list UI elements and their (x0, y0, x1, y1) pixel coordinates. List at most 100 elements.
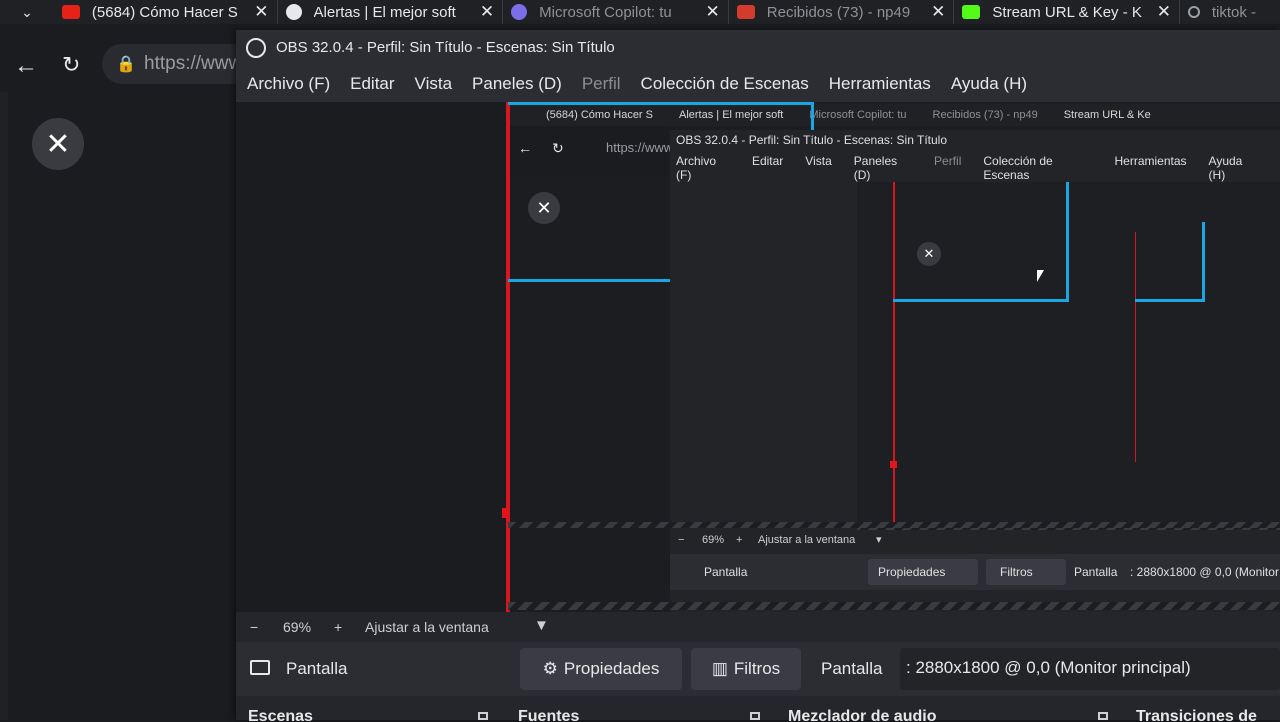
nested-menu-item: Ayuda (H) (1208, 154, 1243, 182)
menu-paneles[interactable]: Paneles (D) (472, 74, 562, 94)
page-content (8, 92, 236, 720)
monitor-icon (250, 660, 270, 675)
zoom-out-button[interactable]: − (250, 619, 258, 635)
nested-zoom-minus: − (678, 534, 685, 546)
nested-filters-button: Filtros (986, 559, 1066, 585)
tab-title: Alertas | El mejor soft (313, 3, 456, 21)
browser-page (0, 92, 240, 720)
nested-tab: Stream URL & Ke (1063, 109, 1151, 121)
properties-label: Propiedades (563, 659, 660, 678)
close-tab-icon[interactable]: ✕ (254, 2, 268, 22)
url-text: https://www (144, 53, 243, 74)
nested-source-info: : 2880x1800 @ 0,0 (Monitor (1130, 565, 1279, 579)
preview-canvas[interactable]: (5684) Cómo Hacer S Alertas | El mejor s… (236, 102, 1280, 612)
menu-vista[interactable]: Vista (415, 74, 453, 94)
browser-tab-strip: ⌄ (5684) Cómo Hacer S ✕ Alertas | El mej… (0, 0, 1280, 24)
browser-tab-tiktok[interactable]: tiktok - (1180, 0, 1280, 24)
obs-logo-icon (246, 38, 266, 58)
nested-fit-label: Ajustar a la ventana (758, 534, 856, 546)
selected-source-name: Pantalla (286, 659, 348, 678)
source-display-label: Pantalla (821, 659, 883, 678)
deeper-selection-box (893, 182, 1069, 302)
nested-source-name: Pantalla (704, 565, 748, 579)
browser-tab-alertas[interactable]: Alertas | El mejor soft ✕ (278, 0, 504, 24)
menu-bar: Archivo (F) Editar Vista Paneles (D) Per… (236, 66, 1280, 102)
properties-button[interactable]: ⚙ Propiedades (520, 648, 682, 690)
gear-icon: ⚙ (542, 659, 558, 678)
tab-title: Recibidos (73) - np49 (766, 3, 911, 21)
menu-editar[interactable]: Editar (350, 74, 394, 94)
back-arrow-icon[interactable]: ← (14, 52, 38, 80)
dock-float-icon[interactable] (1098, 712, 1108, 720)
browser-tab-gmail[interactable]: Recibidos (73) - np49 ✕ (729, 0, 955, 24)
nested-menu-item: Herramientas (1114, 154, 1187, 168)
kick-icon (962, 5, 981, 19)
fit-to-window-label[interactable]: Ajustar a la ventana (365, 619, 489, 635)
browser-tab-copilot[interactable]: Microsoft Copilot: tu ✕ (503, 0, 729, 24)
filters-button[interactable]: ▥ Filtros (691, 648, 801, 690)
captured-screen: (5684) Cómo Hacer S Alertas | El mejor s… (508, 102, 1280, 612)
nested-menu-item: Colección de Escenas (983, 154, 1053, 182)
nested-zoom-bar: − 69% + Ajustar a la ventana ▾ (670, 530, 1280, 554)
docks-row: Escenas Fuentes Mezclador de audio Trans… (236, 704, 1280, 722)
nested-source-label: Pantalla (1074, 565, 1118, 579)
nested-menu-item: Archivo (F) (676, 154, 717, 182)
filters-label: Filtros (733, 659, 781, 678)
tab-title: Stream URL & Key - K (992, 3, 1142, 21)
close-tab-icon[interactable]: ✕ (480, 2, 494, 22)
deeper-captured-screen: ✕ (857, 182, 1280, 532)
dock-float-icon[interactable] (750, 712, 760, 720)
zoom-bar: − 69% + Ajustar a la ventana ▼ (236, 612, 1280, 642)
browser-toolbar: ← ↻ 🔒 https://www (0, 24, 262, 100)
preview-left-region (236, 102, 506, 612)
nested-tab: Recibidos (73) - np49 (932, 109, 1038, 121)
browser-tab-kick[interactable]: Stream URL & Key - K ✕ (954, 0, 1181, 24)
close-icon: ✕ (45, 127, 71, 161)
zoom-in-button[interactable]: + (334, 619, 342, 635)
tab-search-chevron-icon[interactable]: ⌄ (0, 0, 54, 24)
nested-tab: Microsoft Copilot: tu (809, 109, 907, 121)
menu-ayuda[interactable]: Ayuda (H) (951, 74, 1027, 94)
deeper-transform-handle (890, 461, 897, 468)
nested-menu-item: Vista (805, 154, 832, 168)
reload-icon[interactable]: ↻ (62, 52, 80, 78)
lock-icon: 🔒 (116, 56, 136, 73)
nested-zoom-plus: + (736, 534, 743, 546)
nested-menu-item: Paneles (D) (853, 154, 898, 182)
menu-herramientas[interactable]: Herramientas (829, 74, 931, 94)
nested-menu-item: Editar (751, 154, 784, 168)
nested-zoom-value: 69% (702, 534, 725, 546)
deepest-selection-box (1135, 222, 1205, 302)
menu-coleccion-escenas[interactable]: Colección de Escenas (641, 74, 809, 94)
nested-source-toolbar: Pantalla Propiedades Filtros Pantalla : … (670, 554, 1280, 590)
display-select[interactable]: : 2880x1800 @ 0,0 (Monitor principal) (900, 648, 1280, 690)
tab-title: Microsoft Copilot: tu (539, 3, 672, 21)
dock-float-icon[interactable] (478, 712, 488, 720)
youtube-icon (61, 5, 80, 19)
close-tab-icon[interactable]: ✕ (1157, 2, 1171, 22)
obs-window: OBS 32.0.4 - Perfil: Sin Título - Escena… (236, 30, 1280, 722)
browser-tab-youtube[interactable]: (5684) Cómo Hacer S ✕ (54, 0, 278, 24)
nested-menu-item: Perfil (934, 154, 962, 168)
window-title: OBS 32.0.4 - Perfil: Sin Título - Escena… (276, 39, 615, 56)
streamelements-icon (285, 4, 302, 20)
source-toolbar: Pantalla ⚙ Propiedades ▥ Filtros Pantall… (236, 642, 1280, 696)
menu-perfil[interactable]: Perfil (582, 74, 621, 94)
search-icon (1188, 6, 1200, 18)
obs-titlebar: OBS 32.0.4 - Perfil: Sin Título - Escena… (236, 30, 1280, 66)
close-tab-icon[interactable]: ✕ (706, 2, 720, 22)
close-overlay-button[interactable]: ✕ (32, 118, 84, 170)
close-tab-icon[interactable]: ✕ (931, 2, 945, 22)
nested-divider (508, 522, 1280, 528)
filter-icon: ▥ (711, 659, 728, 678)
copilot-icon (511, 4, 528, 20)
deeper-cursor-icon (1037, 270, 1044, 282)
tab-title: (5684) Cómo Hacer S (91, 3, 238, 21)
nested-fit-dropdown-icon: ▾ (876, 534, 882, 546)
gmail-icon (736, 5, 755, 19)
nested-properties-button: Propiedades (868, 559, 978, 585)
zoom-value: 69% (283, 619, 312, 635)
fit-dropdown-chevron-icon[interactable]: ▼ (534, 617, 549, 634)
nested-obs-title: OBS 32.0.4 - Perfil: Sin Título - Escena… (676, 133, 948, 147)
menu-archivo[interactable]: Archivo (F) (247, 74, 330, 94)
